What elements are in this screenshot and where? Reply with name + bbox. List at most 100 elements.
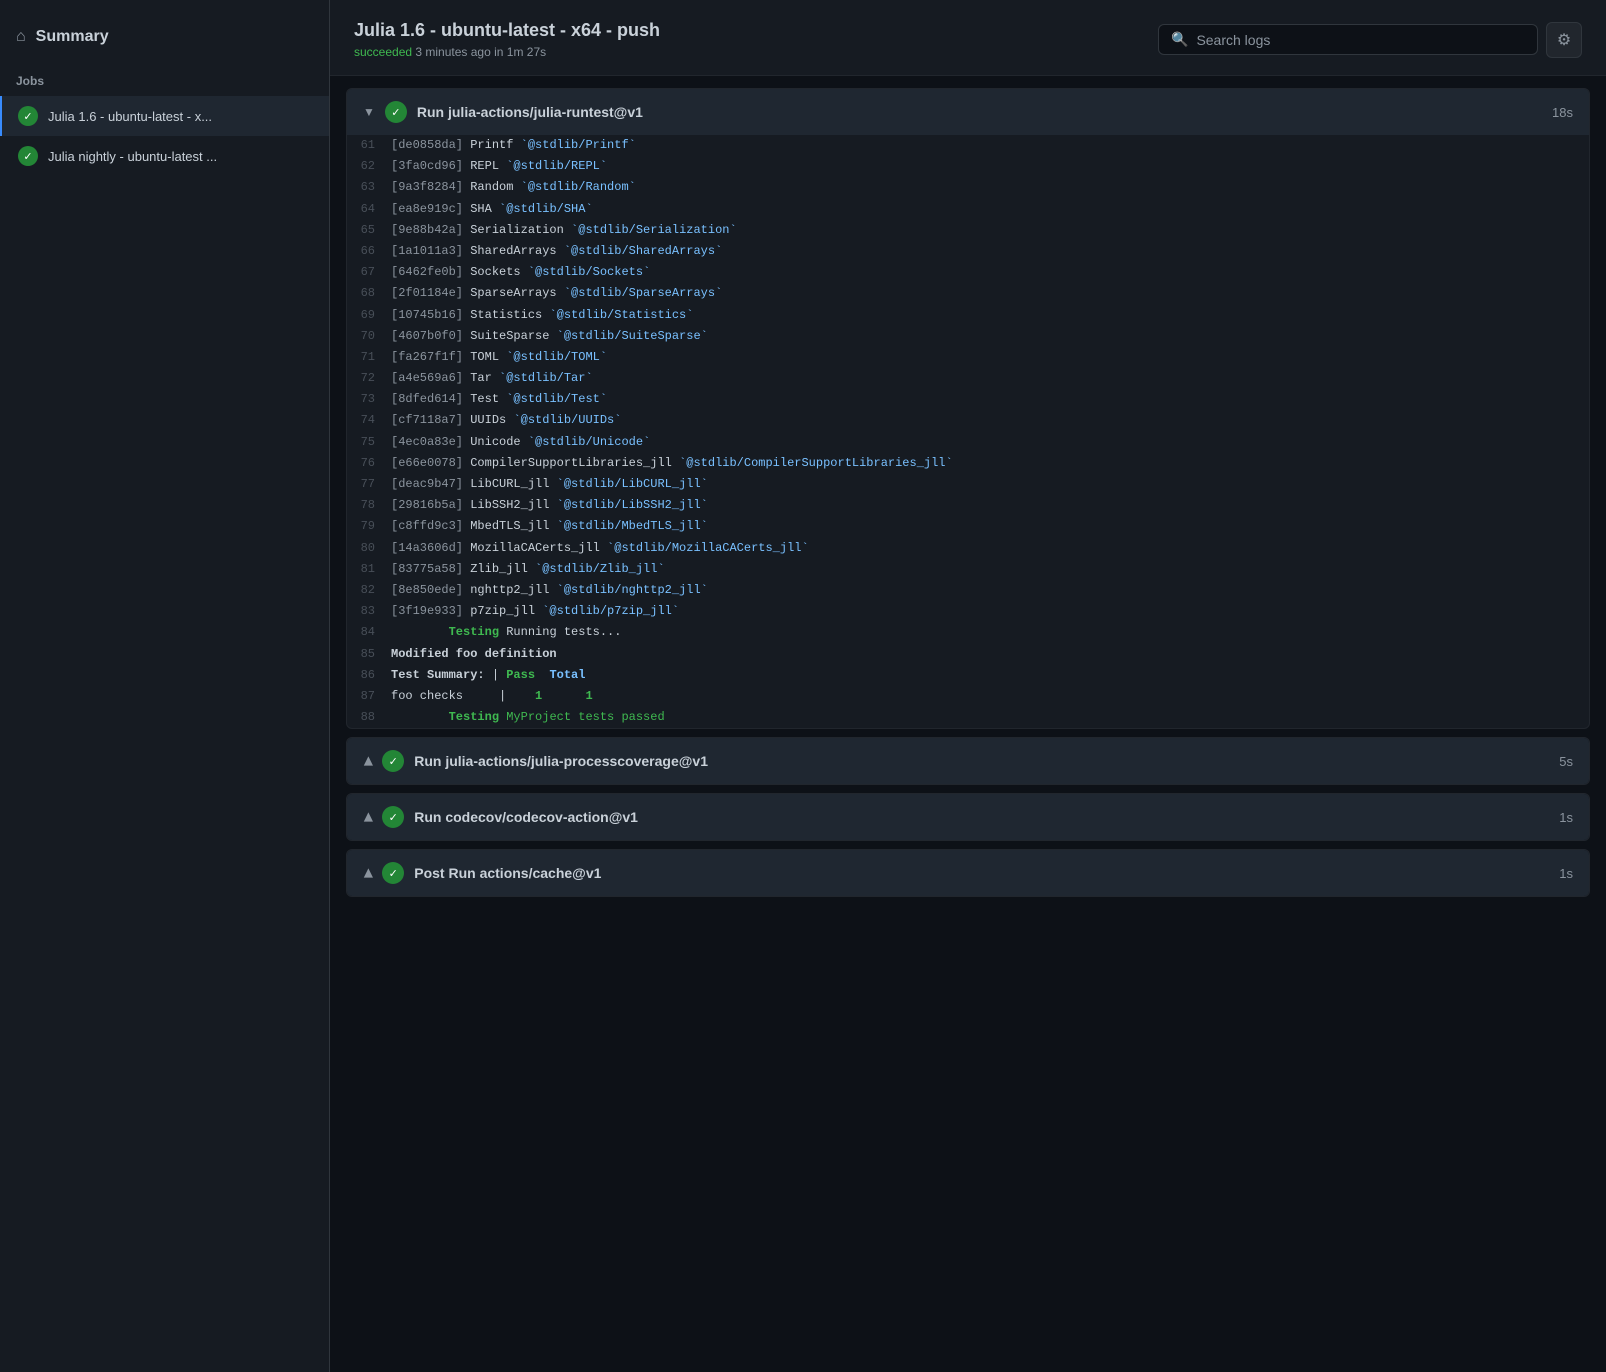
line-content: [cf7118a7] UUIDs `@stdlib/UUIDs` — [391, 411, 1581, 430]
lib-name: UUIDs — [470, 413, 506, 427]
line-number: 76 — [355, 454, 391, 473]
lib-name: SHA — [470, 202, 492, 216]
sidebar-job-job2[interactable]: ✓ Julia nightly - ubuntu-latest ... — [0, 136, 329, 176]
step-status-icon: ✓ — [382, 862, 404, 884]
settings-button[interactable]: ⚙ — [1546, 22, 1582, 58]
log-line: 74 [cf7118a7] UUIDs `@stdlib/UUIDs` — [347, 410, 1589, 431]
path-span: `@stdlib/CompilerSupportLibraries_jll` — [679, 456, 953, 470]
step-section-step4: ▶ ✓ Post Run actions/cache@v1 1s — [346, 849, 1590, 897]
log-line: 61 [de0858da] Printf `@stdlib/Printf` — [347, 135, 1589, 156]
line-content: [ea8e919c] SHA `@stdlib/SHA` — [391, 200, 1581, 219]
time-text: 3 minutes ago in 1m 27s — [415, 45, 546, 59]
page-title: Julia 1.6 - ubuntu-latest - x64 - push — [354, 20, 660, 41]
lib-name: Unicode — [470, 435, 520, 449]
search-box[interactable]: 🔍 — [1158, 24, 1538, 55]
hash-span: [deac9b47] — [391, 477, 463, 491]
hash-span: [4607b0f0] — [391, 329, 463, 343]
step-header-step1[interactable]: ▼ ✓ Run julia-actions/julia-runtest@v1 1… — [347, 89, 1589, 135]
hash-span: [3f19e933] — [391, 604, 463, 618]
line-content: [a4e569a6] Tar `@stdlib/Tar` — [391, 369, 1581, 388]
testing-keyword: Testing — [449, 710, 499, 724]
sidebar-job-job1[interactable]: ✓ Julia 1.6 - ubuntu-latest - x... — [0, 96, 329, 136]
step-duration: 5s — [1559, 754, 1573, 769]
line-content: [3fa0cd96] REPL `@stdlib/REPL` — [391, 157, 1581, 176]
lib-name: REPL — [470, 159, 499, 173]
line-number: 79 — [355, 517, 391, 536]
line-number: 74 — [355, 411, 391, 430]
log-line: 68 [2f01184e] SparseArrays `@stdlib/Spar… — [347, 283, 1589, 304]
path-span: `@stdlib/SuiteSparse` — [557, 329, 708, 343]
hash-span: [14a3606d] — [391, 541, 463, 555]
hash-span: [c8ffd9c3] — [391, 519, 463, 533]
hash-span: [3fa0cd96] — [391, 159, 463, 173]
lib-name: SharedArrays — [470, 244, 556, 258]
lib-name: Test — [470, 392, 499, 406]
hash-span: [fa267f1f] — [391, 350, 463, 364]
status-text: succeeded — [354, 45, 412, 59]
search-input[interactable] — [1196, 32, 1525, 48]
step-title: Run julia-actions/julia-processcoverage@… — [414, 753, 1549, 769]
log-line: 67 [6462fe0b] Sockets `@stdlib/Sockets` — [347, 262, 1589, 283]
line-number: 87 — [355, 687, 391, 706]
hash-span: [2f01184e] — [391, 286, 463, 300]
step-status-icon: ✓ — [385, 101, 407, 123]
header-right: 🔍 ⚙ — [1158, 22, 1582, 58]
line-content: [10745b16] Statistics `@stdlib/Statistic… — [391, 306, 1581, 325]
path-span: `@stdlib/SharedArrays` — [564, 244, 722, 258]
line-content: [8dfed614] Test `@stdlib/Test` — [391, 390, 1581, 409]
step-status-icon: ✓ — [382, 806, 404, 828]
hash-span: [8e850ede] — [391, 583, 463, 597]
log-line-special: 85Modified foo definition — [347, 644, 1589, 665]
path-span: `@stdlib/UUIDs` — [513, 413, 621, 427]
path-span: `@stdlib/LibCURL_jll` — [557, 477, 708, 491]
line-number: 61 — [355, 136, 391, 155]
path-span: `@stdlib/Printf` — [521, 138, 636, 152]
pass-label: Pass — [506, 668, 535, 682]
job-status-icon: ✓ — [18, 106, 38, 126]
step-duration: 1s — [1559, 810, 1573, 825]
line-number: 73 — [355, 390, 391, 409]
line-content: [4607b0f0] SuiteSparse `@stdlib/SuiteSpa… — [391, 327, 1581, 346]
line-content: [83775a58] Zlib_jll `@stdlib/Zlib_jll` — [391, 560, 1581, 579]
header-left: Julia 1.6 - ubuntu-latest - x64 - push s… — [354, 20, 660, 59]
log-line: 79 [c8ffd9c3] MbedTLS_jll `@stdlib/MbedT… — [347, 516, 1589, 537]
log-line: 76 [e66e0078] CompilerSupportLibraries_j… — [347, 453, 1589, 474]
line-content: foo checks | 1 1 — [391, 687, 1581, 706]
step-header-step3[interactable]: ▶ ✓ Run codecov/codecov-action@v1 1s — [347, 794, 1589, 840]
path-span: `@stdlib/Serialization` — [571, 223, 737, 237]
pass-count: 1 — [535, 689, 542, 703]
step-title: Run julia-actions/julia-runtest@v1 — [417, 104, 1542, 120]
sidebar-summary-link[interactable]: ⌂ Summary — [0, 16, 329, 58]
lib-name: Tar — [470, 371, 492, 385]
job-status-icon: ✓ — [18, 146, 38, 166]
log-line: 62 [3fa0cd96] REPL `@stdlib/REPL` — [347, 156, 1589, 177]
line-content: [14a3606d] MozillaCACerts_jll `@stdlib/M… — [391, 539, 1581, 558]
jobs-section-label: Jobs — [0, 58, 329, 96]
log-line-special: 88 Testing MyProject tests passed — [347, 707, 1589, 728]
step-section-step2: ▶ ✓ Run julia-actions/julia-processcover… — [346, 737, 1590, 785]
hash-span: [e66e0078] — [391, 456, 463, 470]
lib-name: p7zip_jll — [470, 604, 535, 618]
step-status-icon: ✓ — [382, 750, 404, 772]
line-number: 86 — [355, 666, 391, 685]
line-number: 80 — [355, 539, 391, 558]
step-duration: 1s — [1559, 866, 1573, 881]
path-span: `@stdlib/nghttp2_jll` — [557, 583, 708, 597]
step-header-step2[interactable]: ▶ ✓ Run julia-actions/julia-processcover… — [347, 738, 1589, 784]
line-number: 77 — [355, 475, 391, 494]
log-line: 82 [8e850ede] nghttp2_jll `@stdlib/nghtt… — [347, 580, 1589, 601]
lib-name: Sockets — [470, 265, 520, 279]
path-span: `@stdlib/MozillaCACerts_jll` — [607, 541, 809, 555]
step-header-step4[interactable]: ▶ ✓ Post Run actions/cache@v1 1s — [347, 850, 1589, 896]
testing-keyword: Testing — [449, 625, 499, 639]
line-content: [3f19e933] p7zip_jll `@stdlib/p7zip_jll` — [391, 602, 1581, 621]
hash-span: [cf7118a7] — [391, 413, 463, 427]
lib-name: MozillaCACerts_jll — [470, 541, 600, 555]
path-span: `@stdlib/SparseArrays` — [564, 286, 722, 300]
log-line: 83 [3f19e933] p7zip_jll `@stdlib/p7zip_j… — [347, 601, 1589, 622]
step-title: Post Run actions/cache@v1 — [414, 865, 1549, 881]
main-content: Julia 1.6 - ubuntu-latest - x64 - push s… — [330, 0, 1606, 1372]
path-span: `@stdlib/MbedTLS_jll` — [557, 519, 708, 533]
line-content: [de0858da] Printf `@stdlib/Printf` — [391, 136, 1581, 155]
path-span: `@stdlib/SHA` — [499, 202, 593, 216]
